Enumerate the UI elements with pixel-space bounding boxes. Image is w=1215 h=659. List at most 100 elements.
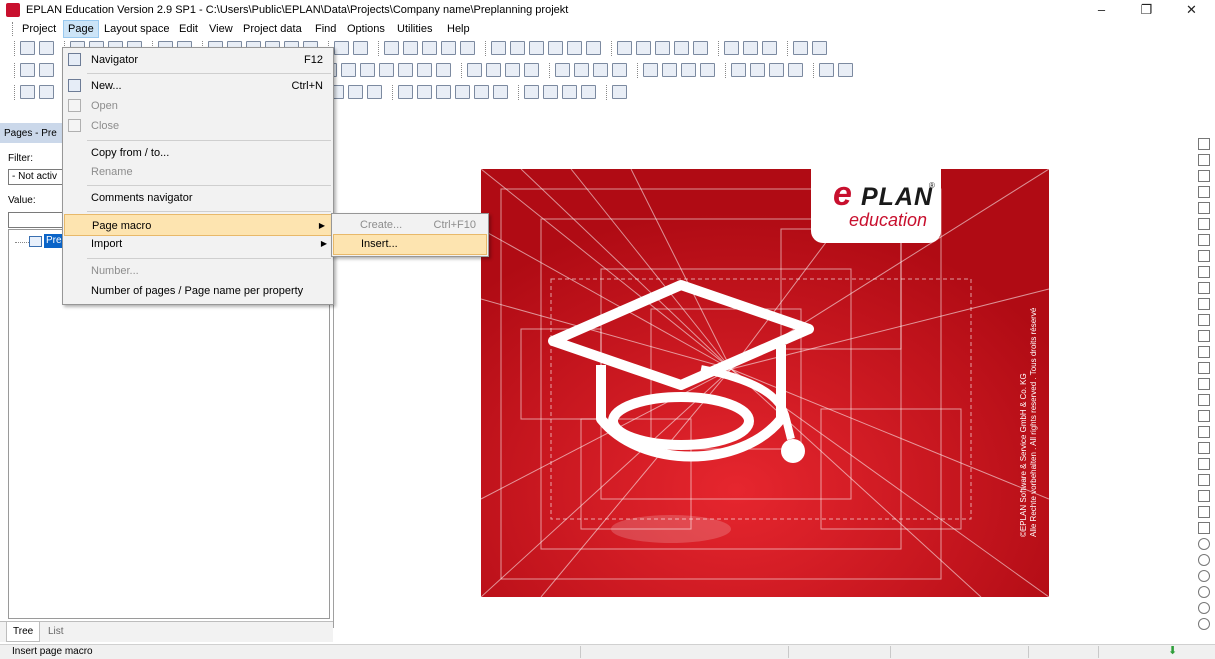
menu-item-navigator[interactable]: Navigator F12 (63, 49, 333, 71)
toolbar-grip[interactable] (14, 85, 18, 100)
toolbar-button-icon[interactable] (567, 41, 582, 55)
drawing-tool-icon[interactable] (1198, 490, 1210, 502)
toolbar-button-icon[interactable] (348, 85, 363, 99)
toolbar-grip[interactable] (813, 63, 817, 78)
drawing-tool-icon[interactable] (1198, 378, 1210, 390)
drawing-tool-icon[interactable] (1198, 170, 1210, 182)
toolbar-button-icon[interactable] (838, 63, 853, 77)
toolbar-grip[interactable] (485, 41, 489, 56)
drawing-tool-icon[interactable] (1198, 570, 1210, 582)
toolbar-button-icon[interactable] (731, 63, 746, 77)
toolbar-button-icon[interactable] (367, 85, 382, 99)
tree-item-project[interactable]: Pre (44, 234, 64, 248)
drawing-tool-icon[interactable] (1198, 298, 1210, 310)
drawing-tool-icon[interactable] (1198, 474, 1210, 486)
toolbar-button-icon[interactable] (491, 41, 506, 55)
toolbar-button-icon[interactable] (436, 63, 451, 77)
drawing-tool-icon[interactable] (1198, 426, 1210, 438)
download-arrow-icon[interactable]: ⬇ (1168, 645, 1177, 658)
tab-list[interactable]: List (42, 622, 70, 641)
toolbar-button-icon[interactable] (398, 63, 413, 77)
drawing-tool-icon[interactable] (1198, 250, 1210, 262)
toolbar-grip[interactable] (14, 63, 18, 78)
toolbar-grip[interactable] (611, 41, 615, 56)
toolbar-button-icon[interactable] (20, 63, 35, 77)
toolbar-button-icon[interactable] (505, 63, 520, 77)
drawing-tool-icon[interactable] (1198, 522, 1210, 534)
toolbar-button-icon[interactable] (486, 63, 501, 77)
toolbar-grip[interactable] (725, 63, 729, 78)
toolbar-button-icon[interactable] (743, 41, 758, 55)
drawing-tool-icon[interactable] (1198, 554, 1210, 566)
toolbar-button-icon[interactable] (593, 63, 608, 77)
toolbar-button-icon[interactable] (812, 41, 827, 55)
toolbar-button-icon[interactable] (524, 63, 539, 77)
toolbar-button-icon[interactable] (612, 85, 627, 99)
toolbar-grip[interactable] (392, 85, 396, 100)
toolbar-button-icon[interactable] (379, 63, 394, 77)
toolbar-button-icon[interactable] (586, 41, 601, 55)
toolbar-button-icon[interactable] (436, 85, 451, 99)
menu-help[interactable]: Help (443, 20, 474, 38)
toolbar-button-icon[interactable] (422, 41, 437, 55)
drawing-tool-icon[interactable] (1198, 314, 1210, 326)
menu-item-close[interactable]: Close (63, 115, 333, 137)
toolbar-button-icon[interactable] (39, 41, 54, 55)
restore-button[interactable]: ❐ (1124, 0, 1169, 20)
menu-item-insert-macro[interactable]: Insert... (333, 234, 487, 255)
menu-item-number[interactable]: Number... (63, 260, 333, 282)
drawing-tool-icon[interactable] (1198, 218, 1210, 230)
drawing-tool-icon[interactable] (1198, 442, 1210, 454)
toolbar-button-icon[interactable] (788, 63, 803, 77)
toolbar-button-icon[interactable] (819, 63, 834, 77)
drawing-tool-icon[interactable] (1198, 586, 1210, 598)
toolbar-grip[interactable] (549, 63, 553, 78)
close-button[interactable]: ✕ (1169, 0, 1214, 20)
toolbar-button-icon[interactable] (681, 63, 696, 77)
menu-item-comments-navigator[interactable]: Comments navigator (63, 187, 333, 209)
toolbar-button-icon[interactable] (398, 85, 413, 99)
toolbar-button-icon[interactable] (417, 63, 432, 77)
menu-layout-space[interactable]: Layout space (100, 20, 173, 38)
toolbar-button-icon[interactable] (750, 63, 765, 77)
toolbar-button-icon[interactable] (529, 41, 544, 55)
toolbar-button-icon[interactable] (617, 41, 632, 55)
menu-item-rename[interactable]: Rename (63, 161, 333, 183)
menu-edit[interactable]: Edit (175, 20, 202, 38)
toolbar-grip[interactable] (787, 41, 791, 56)
toolbar-button-icon[interactable] (39, 63, 54, 77)
toolbar-button-icon[interactable] (460, 41, 475, 55)
toolbar-button-icon[interactable] (467, 63, 482, 77)
drawing-tool-icon[interactable] (1198, 506, 1210, 518)
toolbar-button-icon[interactable] (655, 41, 670, 55)
toolbar-grip[interactable] (14, 41, 18, 56)
drawing-tool-icon[interactable] (1198, 186, 1210, 198)
toolbar-button-icon[interactable] (543, 85, 558, 99)
toolbar-grip[interactable] (637, 63, 641, 78)
drawing-tool-icon[interactable] (1198, 618, 1210, 630)
toolbar-grip[interactable] (606, 85, 610, 100)
toolbar-button-icon[interactable] (555, 63, 570, 77)
toolbar-button-icon[interactable] (724, 41, 739, 55)
menu-view[interactable]: View (205, 20, 237, 38)
drawing-tool-icon[interactable] (1198, 234, 1210, 246)
drawing-tool-icon[interactable] (1198, 346, 1210, 358)
toolbar-button-icon[interactable] (20, 41, 35, 55)
toolbar-button-icon[interactable] (20, 85, 35, 99)
toolbar-button-icon[interactable] (384, 41, 399, 55)
toolbar-button-icon[interactable] (341, 63, 356, 77)
toolbar-button-icon[interactable] (643, 63, 658, 77)
drawing-tool-icon[interactable] (1198, 154, 1210, 166)
toolbar-grip[interactable] (718, 41, 722, 56)
toolbar-grip[interactable] (461, 63, 465, 78)
menu-project-data[interactable]: Project data (239, 20, 306, 38)
menu-item-create-macro[interactable]: Create... Ctrl+F10 (332, 214, 488, 236)
toolbar-button-icon[interactable] (39, 85, 54, 99)
tab-tree[interactable]: Tree (6, 622, 41, 642)
drawing-tool-icon[interactable] (1198, 330, 1210, 342)
drawing-tool-icon[interactable] (1198, 538, 1210, 550)
toolbar-button-icon[interactable] (574, 63, 589, 77)
toolbar-button-icon[interactable] (360, 63, 375, 77)
menu-project[interactable]: Project (18, 20, 60, 38)
toolbar-grip[interactable] (378, 41, 382, 56)
